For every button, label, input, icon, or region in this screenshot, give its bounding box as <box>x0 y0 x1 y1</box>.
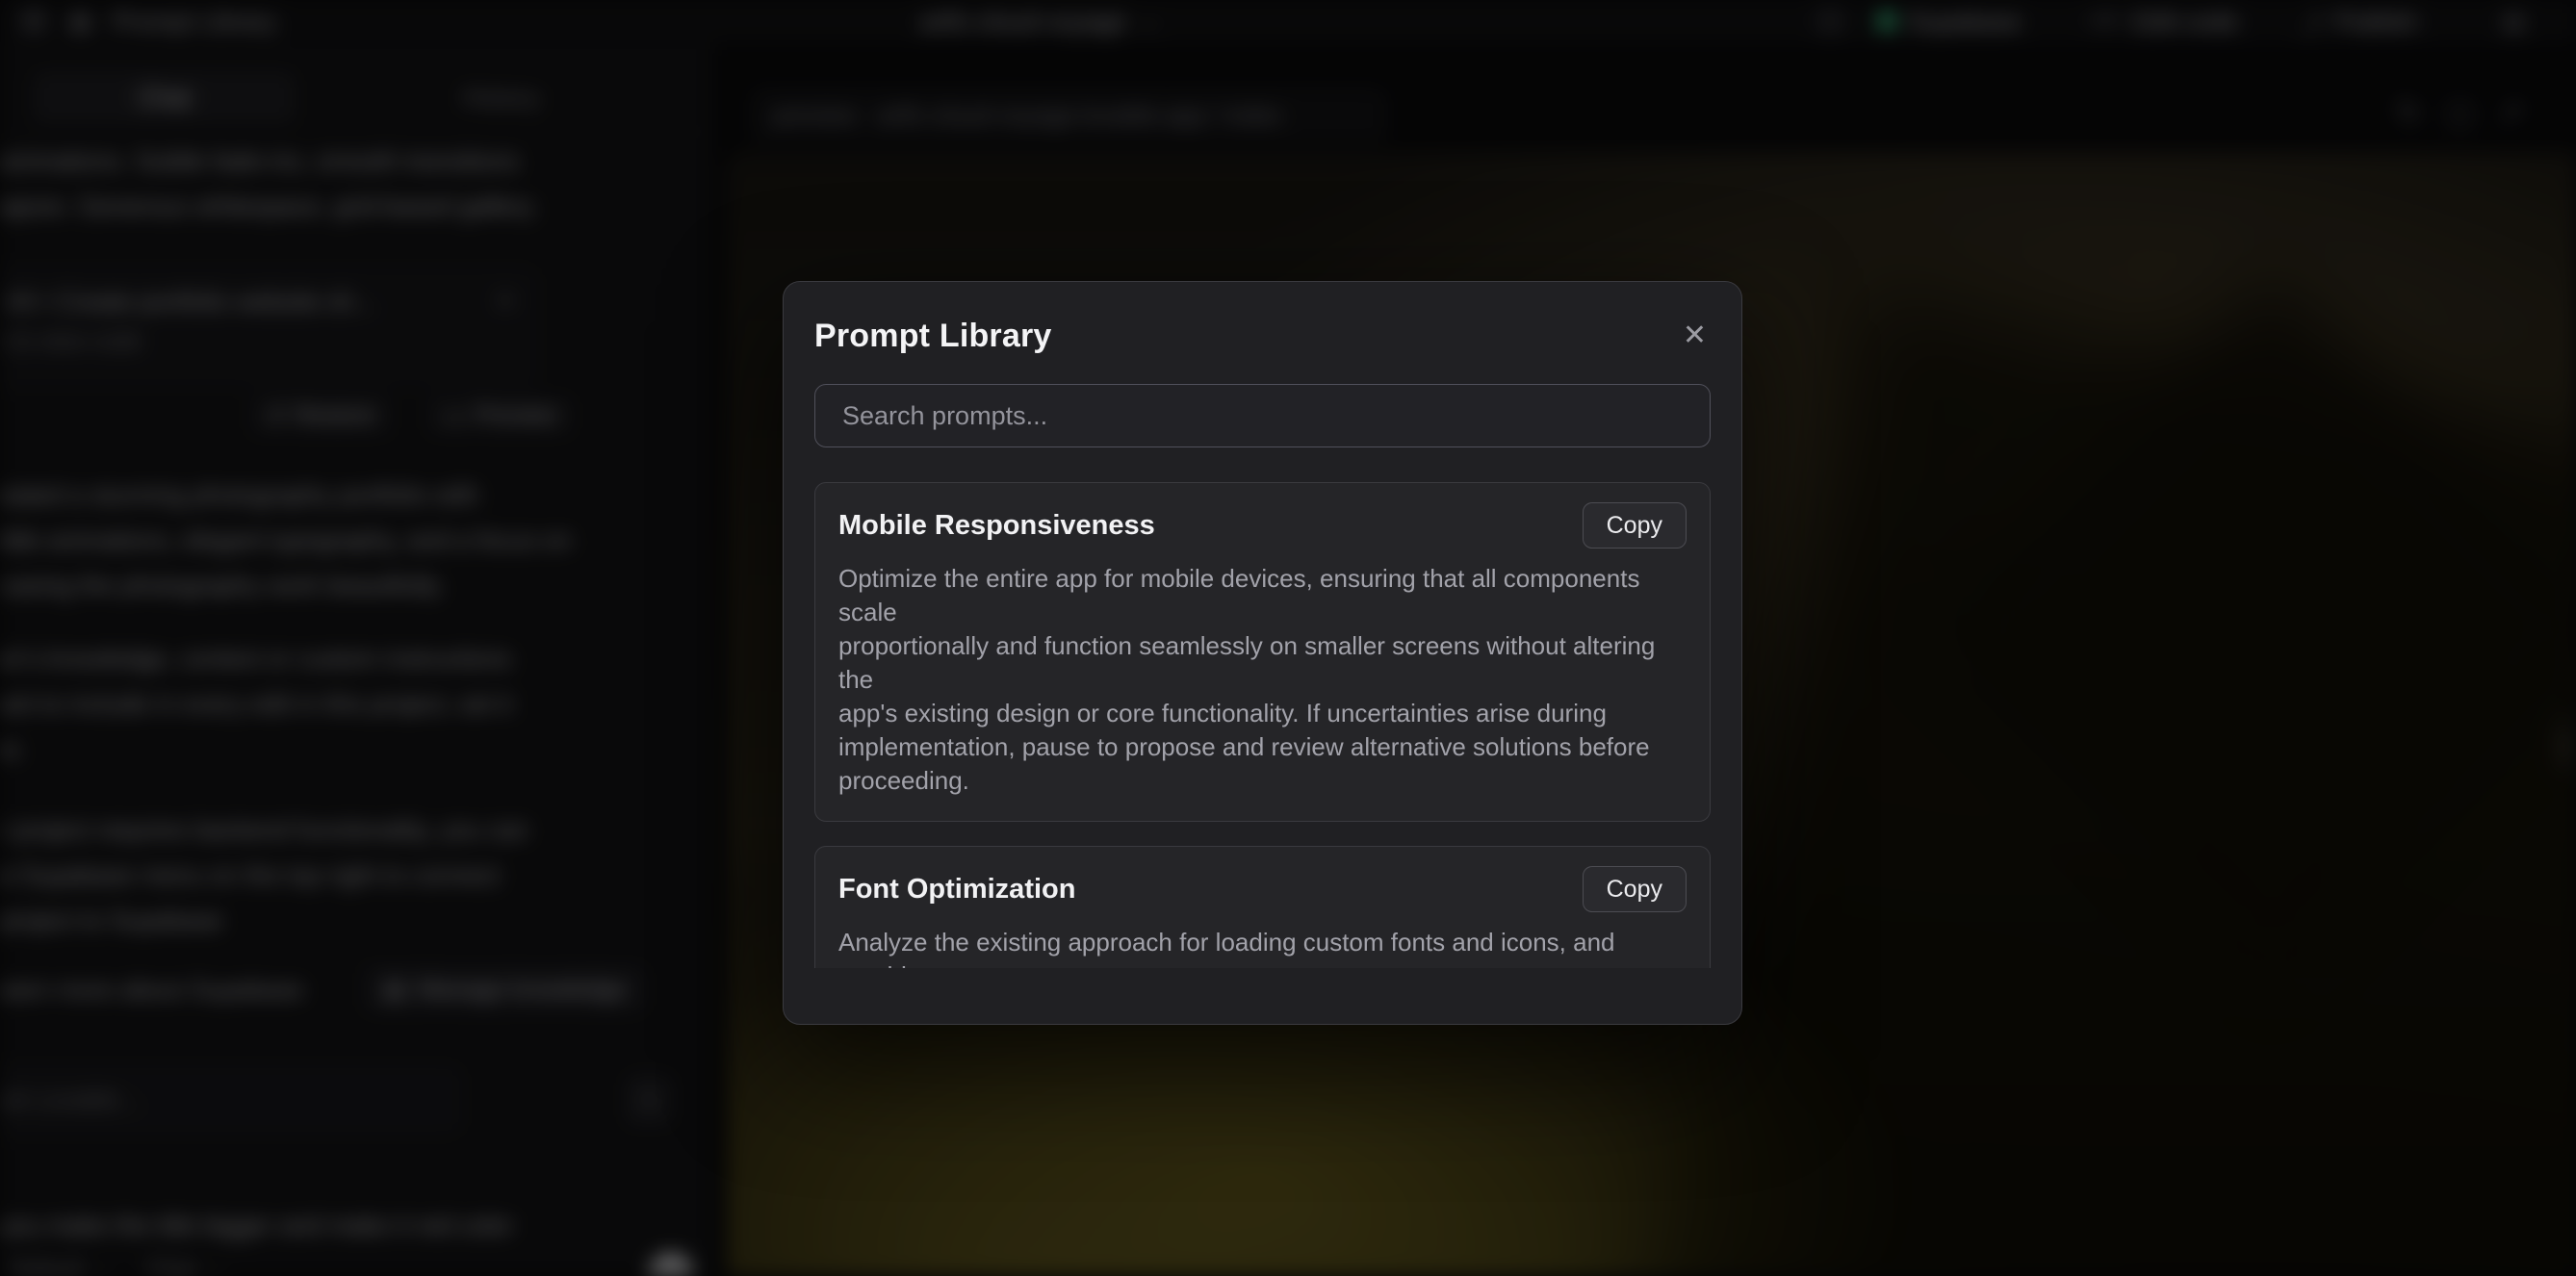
app-window: ♥ ▦ Prompt Library artfc-cloud-voyage ⌄ … <box>0 0 2576 1276</box>
prompt-description: Optimize the entire app for mobile devic… <box>838 562 1687 798</box>
prompt-description: Analyze the existing approach for loadin… <box>838 926 1687 968</box>
prompt-card-font-optimization: Font Optimization Copy Analyze the exist… <box>814 846 1711 968</box>
prompt-library-modal: Prompt Library ✕ Mobile Responsiveness C… <box>783 281 1742 1025</box>
prompt-title: Mobile Responsiveness <box>838 510 1155 542</box>
prompt-card-mobile-responsiveness: Mobile Responsiveness Copy Optimize the … <box>814 482 1711 822</box>
copy-button[interactable]: Copy <box>1583 502 1687 549</box>
close-icon[interactable]: ✕ <box>1679 321 1711 350</box>
modal-title: Prompt Library <box>814 318 1052 355</box>
prompt-list: Mobile Responsiveness Copy Optimize the … <box>814 482 1711 968</box>
prompt-title: Font Optimization <box>838 874 1075 906</box>
copy-button[interactable]: Copy <box>1583 866 1687 912</box>
search-input[interactable] <box>814 384 1711 447</box>
modal-header: Prompt Library ✕ <box>814 315 1711 357</box>
